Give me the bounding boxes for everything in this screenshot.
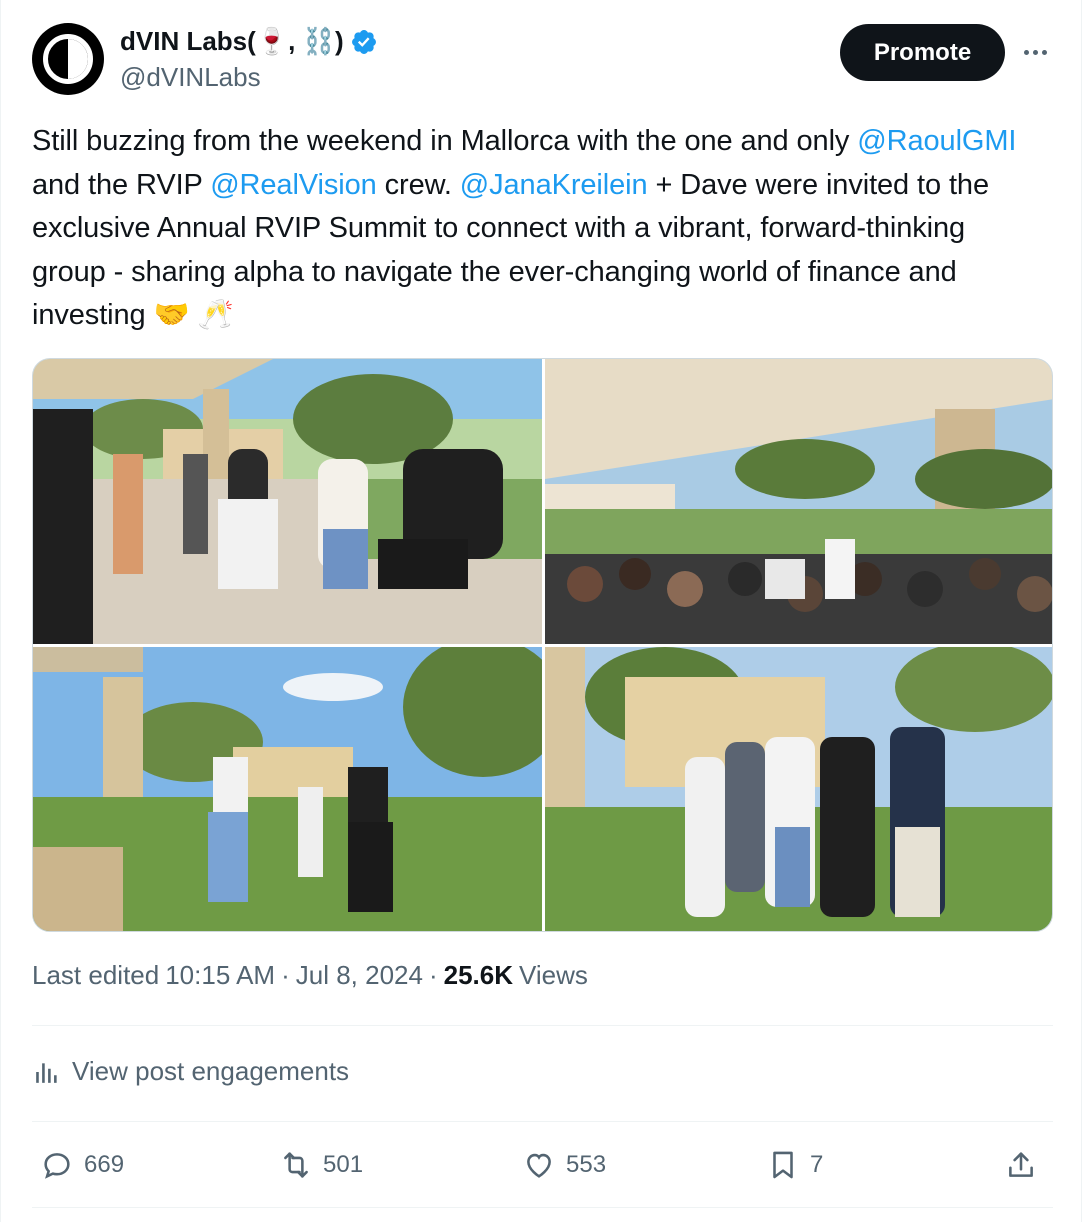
media-grid xyxy=(32,358,1053,932)
divider xyxy=(32,1207,1053,1208)
post-meta: Last edited 10:15 AM · Jul 8, 2024 · 25.… xyxy=(32,960,588,991)
repost-button[interactable]: 501 xyxy=(279,1140,363,1190)
verified-badge-icon xyxy=(351,29,376,54)
photo-2[interactable] xyxy=(545,359,1052,644)
tweet-text-part: Still buzzing from the weekend in Mallor… xyxy=(32,125,858,157)
reply-icon xyxy=(44,1153,70,1179)
views-label: Views xyxy=(519,960,588,990)
avatar[interactable] xyxy=(32,23,104,95)
repost-count: 501 xyxy=(323,1151,364,1178)
photo-1[interactable] xyxy=(33,359,542,644)
share-button[interactable] xyxy=(1004,1140,1038,1190)
tweet-text-part: and the RVIP xyxy=(32,168,211,201)
analytics-icon xyxy=(36,1062,57,1083)
post-time[interactable]: 10:15 AM xyxy=(165,960,275,991)
bookmark-icon xyxy=(773,1151,793,1179)
post-date[interactable]: Jul 8, 2024 xyxy=(296,960,423,991)
author-name-row[interactable]: dVIN Labs(🍷, ⛓️) xyxy=(120,26,378,57)
reply-button[interactable]: 669 xyxy=(40,1140,124,1190)
photo-3[interactable] xyxy=(33,647,542,931)
view-engagements-link[interactable]: View post engagements xyxy=(34,1056,349,1087)
photo-4[interactable] xyxy=(545,647,1052,931)
like-count: 553 xyxy=(566,1151,607,1178)
mention-link[interactable]: @RealVision xyxy=(210,169,377,201)
tweet-text: Still buzzing from the weekend in Mallor… xyxy=(32,120,1042,338)
mention-link[interactable]: @JanaKreilein xyxy=(460,169,648,201)
reply-count: 669 xyxy=(84,1151,125,1178)
mention-link[interactable]: @RaoulGMI xyxy=(857,125,1016,157)
divider xyxy=(32,1025,1053,1026)
view-engagements-label: View post engagements xyxy=(72,1056,350,1086)
more-horizontal-icon[interactable] xyxy=(1013,32,1057,72)
divider xyxy=(32,1121,1053,1122)
author-display-name[interactable]: dVIN Labs(🍷, ⛓️) xyxy=(120,26,344,57)
action-bar: 669 501 553 7 xyxy=(32,1140,1053,1190)
heart-icon xyxy=(527,1153,551,1178)
logo-icon xyxy=(43,34,93,84)
edited-label[interactable]: Last edited xyxy=(32,960,159,991)
author-handle[interactable]: @dVINLabs xyxy=(120,62,261,93)
tweet-card: dVIN Labs(🍷, ⛓️) @dVINLabs Promote Still… xyxy=(0,0,1082,1222)
like-button[interactable]: 553 xyxy=(522,1140,606,1190)
bookmark-button[interactable]: 7 xyxy=(766,1140,823,1190)
tweet-text-part: crew. xyxy=(376,168,460,201)
separator: · xyxy=(281,960,290,990)
views-count: 25.6K xyxy=(443,960,514,990)
share-icon xyxy=(1009,1152,1033,1177)
promote-button[interactable]: Promote xyxy=(840,24,1005,81)
separator: · xyxy=(428,960,438,990)
repost-icon xyxy=(284,1152,308,1178)
bookmark-count: 7 xyxy=(810,1151,824,1178)
